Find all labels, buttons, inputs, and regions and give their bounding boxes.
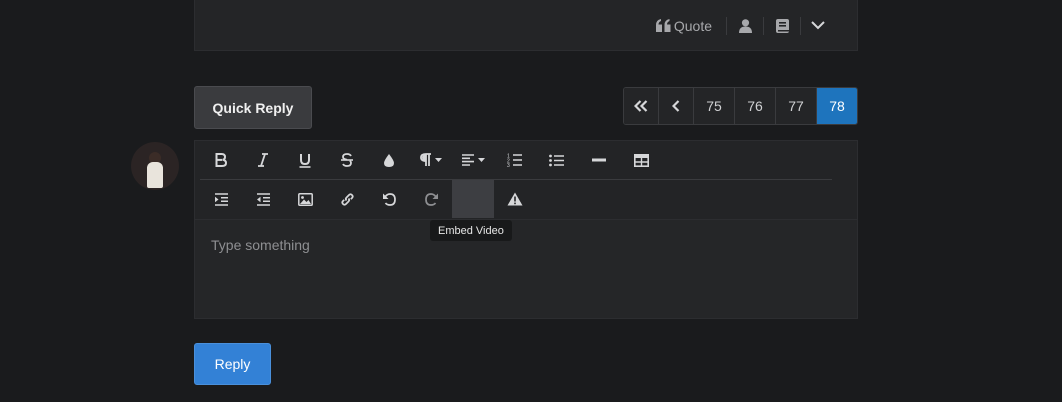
reply-editor: 123 Type something: [194, 140, 858, 319]
current-page[interactable]: 78: [817, 88, 857, 124]
quick-reply-button[interactable]: Quick Reply: [194, 86, 312, 129]
avatar[interactable]: [131, 142, 179, 190]
bold-button[interactable]: [200, 141, 242, 179]
underline-button[interactable]: [284, 141, 326, 179]
indent-button[interactable]: [200, 180, 242, 218]
page-link[interactable]: 77: [776, 88, 817, 124]
pagination: 75 76 77 78: [623, 87, 858, 125]
underline-icon: [299, 153, 311, 168]
svg-text:3: 3: [507, 163, 510, 167]
message-input[interactable]: Type something: [195, 220, 857, 318]
redo-button[interactable]: [410, 180, 452, 218]
ordered-list-icon: 123: [507, 154, 522, 167]
input-placeholder: Type something: [211, 237, 310, 253]
align-left-icon: [462, 154, 474, 166]
indent-icon: [214, 192, 228, 206]
italic-icon: [258, 153, 268, 167]
unordered-list-button[interactable]: [536, 141, 578, 179]
outdent-button[interactable]: [242, 180, 284, 218]
undo-icon: [382, 192, 396, 206]
post-footer: Quote: [194, 0, 858, 51]
profile-button[interactable]: [727, 0, 763, 51]
image-icon: [297, 192, 313, 206]
toolbar-row-2: [200, 180, 536, 218]
toolbar-row-1: 123: [200, 141, 832, 180]
bookmark-button[interactable]: [764, 0, 800, 51]
page-link[interactable]: 76: [735, 88, 776, 124]
post-actions: Quote: [655, 0, 835, 51]
unordered-list-icon: [549, 154, 564, 166]
chevron-down-icon: [811, 21, 825, 30]
link-icon: [340, 192, 354, 206]
caret-down-icon: [435, 158, 442, 162]
horizontal-line-icon: [592, 158, 606, 162]
double-chevron-left-icon: [634, 100, 648, 112]
first-page-button[interactable]: [624, 88, 659, 124]
paragraph-format-button[interactable]: [410, 141, 452, 179]
previous-page-button[interactable]: [659, 88, 694, 124]
avatar-body: [147, 162, 163, 188]
bold-icon: [215, 153, 227, 167]
align-button[interactable]: [452, 141, 494, 179]
italic-button[interactable]: [242, 141, 284, 179]
reply-button[interactable]: Reply: [194, 343, 271, 385]
warning-button[interactable]: [494, 180, 536, 218]
table-icon: [633, 153, 649, 167]
chevron-left-icon: [672, 100, 680, 112]
text-color-button[interactable]: [368, 141, 410, 179]
redo-icon: [424, 192, 438, 206]
embed-video-button[interactable]: [452, 180, 494, 218]
caret-down-icon: [478, 158, 485, 162]
horizontal-rule-button[interactable]: [578, 141, 620, 179]
ordered-list-button[interactable]: 123: [494, 141, 536, 179]
warning-icon: [507, 192, 523, 206]
quote-icon: [655, 19, 671, 32]
user-icon: [738, 18, 752, 33]
strikethrough-button[interactable]: [326, 141, 368, 179]
quote-label: Quote: [673, 17, 712, 34]
strikethrough-icon: [341, 153, 353, 167]
book-icon: [775, 18, 789, 33]
more-options-button[interactable]: [801, 0, 835, 51]
outdent-icon: [256, 192, 270, 206]
insert-link-button[interactable]: [326, 180, 368, 218]
insert-image-button[interactable]: [284, 180, 326, 218]
page-link[interactable]: 75: [694, 88, 735, 124]
undo-button[interactable]: [368, 180, 410, 218]
insert-table-button[interactable]: [620, 141, 662, 179]
quote-button[interactable]: Quote: [655, 17, 726, 34]
tooltip: Embed Video: [430, 220, 512, 241]
paragraph-icon: [420, 153, 431, 166]
droplet-icon: [384, 153, 394, 167]
